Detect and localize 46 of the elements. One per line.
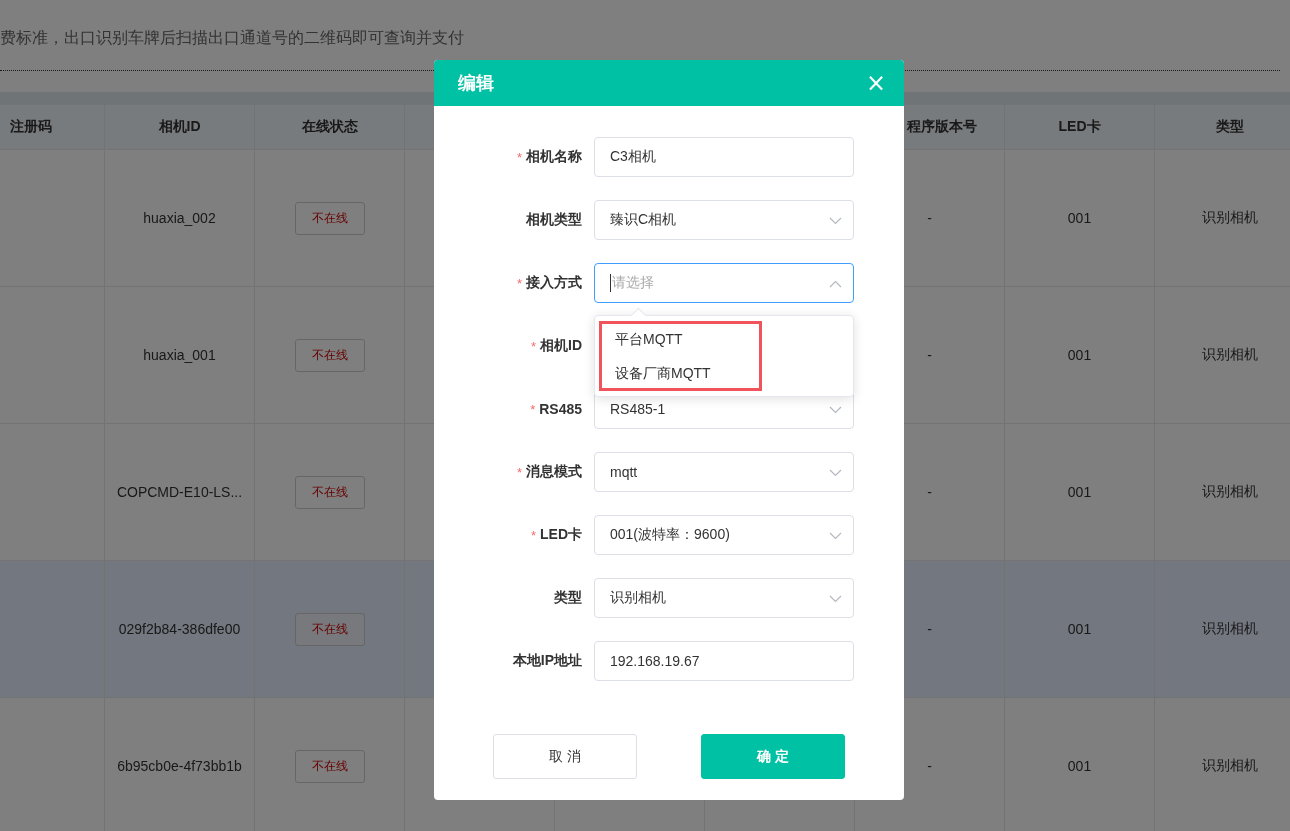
status-tag: 不在线 — [294, 338, 365, 372]
field-label: 消息模式 — [526, 463, 582, 481]
field-label: RS485 — [539, 401, 582, 417]
required-mark: * — [516, 464, 522, 480]
status-tag: 不在线 — [294, 475, 365, 509]
table-cell: - — [927, 347, 932, 363]
column-header: LED卡 — [1058, 118, 1101, 136]
table-cell: - — [927, 758, 932, 774]
column-header: 在线状态 — [301, 118, 358, 136]
column-header: 类型 — [1215, 118, 1244, 136]
field-label: 相机ID — [540, 337, 582, 355]
table-cell: 001 — [1067, 621, 1092, 637]
required-mark: * — [530, 527, 536, 543]
table-cell: 029f2b84-386dfe00 — [118, 621, 241, 637]
status-tag: 不在线 — [294, 201, 365, 235]
field-label: LED卡 — [540, 526, 582, 544]
table-cell: 001 — [1067, 347, 1092, 363]
field-label: 相机名称 — [526, 148, 582, 166]
status-tag: 不在线 — [294, 612, 365, 646]
field-label: 相机类型 — [526, 211, 582, 229]
table-cell: COPCMD-E10-LS... — [116, 484, 243, 500]
table-cell: 识别相机 — [1201, 209, 1258, 227]
field-label: 类型 — [554, 589, 582, 607]
field-label: 本地IP地址 — [512, 652, 582, 670]
required-mark: * — [530, 401, 536, 417]
status-tag: 不在线 — [294, 749, 365, 783]
table-cell: - — [927, 621, 932, 637]
dialog-title: 编辑 — [458, 72, 494, 95]
table-cell: 识别相机 — [1201, 346, 1258, 364]
notice-text: 费标准，出口识别车牌后扫描出口通道号的二维码即可查询并支付 — [0, 27, 464, 48]
table-cell: 001 — [1067, 758, 1092, 774]
table-cell: 识别相机 — [1201, 757, 1258, 775]
table-cell: 6b95cb0e-4f73bb1b — [117, 758, 242, 774]
table-cell: huaxia_002 — [143, 210, 216, 226]
column-header: 注册码 — [10, 118, 52, 136]
column-header: 相机ID — [158, 118, 201, 136]
column-header: 程序版本号 — [907, 118, 977, 136]
table-cell: - — [927, 484, 932, 500]
required-mark: * — [516, 149, 522, 165]
table-cell: 识别相机 — [1201, 483, 1258, 501]
table-cell: - — [927, 210, 932, 226]
table-cell: 识别相机 — [1201, 620, 1258, 638]
required-mark: * — [530, 338, 536, 354]
table-cell: huaxia_001 — [143, 347, 216, 363]
table-cell: 001 — [1067, 484, 1092, 500]
table-cell: 001 — [1067, 210, 1092, 226]
